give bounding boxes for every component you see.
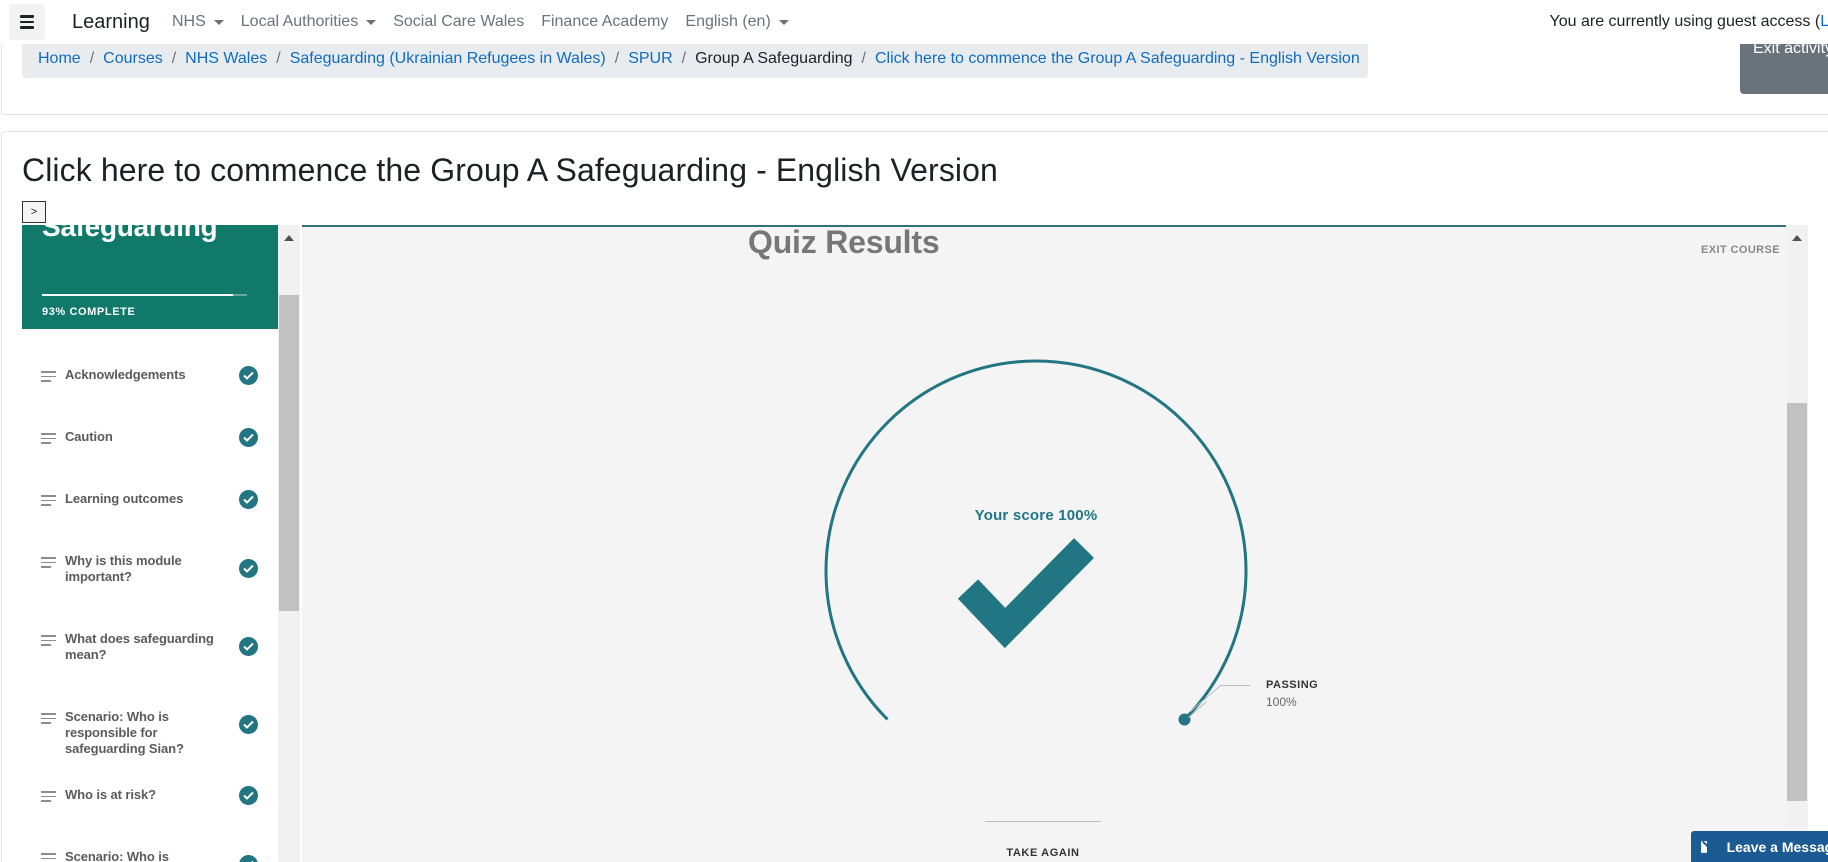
course-progress-bar	[42, 294, 247, 296]
exit-activity-button[interactable]: Exit activity	[1740, 40, 1828, 94]
nav-item-finance-academy[interactable]: Finance Academy	[541, 13, 668, 31]
lesson-text-icon	[41, 713, 56, 724]
lesson-text-icon	[41, 557, 56, 568]
course-outline-sidebar: Safeguarding 93% COMPLETE Acknowledgemen…	[22, 225, 278, 862]
passing-label: PASSING	[1266, 679, 1319, 691]
course-progress-text: 93% COMPLETE	[42, 306, 136, 318]
checkmark-circle-icon	[239, 715, 258, 734]
content-scrollbar[interactable]	[1786, 225, 1808, 862]
exit-course-link[interactable]: EXIT COURSE	[1701, 244, 1780, 256]
checkmark-circle-icon	[239, 490, 258, 509]
leave-message-button[interactable]: Leave a Message	[1691, 831, 1828, 862]
breadcrumb-nhs-wales[interactable]: NHS Wales	[185, 50, 267, 68]
quiz-results-title: Quiz Results	[748, 225, 940, 260]
lesson-text-icon	[41, 433, 56, 444]
lesson-text-icon	[41, 791, 56, 802]
breadcrumb-courses[interactable]: Courses	[103, 50, 163, 68]
divider	[985, 821, 1101, 822]
hamburger-icon	[20, 15, 34, 18]
nav-item-local-authorities[interactable]: Local Authorities	[241, 13, 377, 31]
course-header: Safeguarding 93% COMPLETE	[22, 225, 278, 329]
checkmark-circle-icon	[239, 559, 258, 578]
mail-icon	[1701, 840, 1707, 853]
breadcrumb-group-a: Group A Safeguarding	[695, 50, 853, 67]
breadcrumb-home[interactable]: Home	[38, 50, 81, 68]
lesson-text-icon	[41, 853, 56, 862]
course-title: Safeguarding	[42, 225, 218, 242]
primary-navigation: NHS Local Authorities Social Care Wales …	[172, 13, 806, 31]
login-link[interactable]: Lo	[1820, 13, 1828, 30]
sidebar-scrollbar-thumb[interactable]	[279, 295, 299, 611]
lesson-content-panel: Quiz Results EXIT COURSE Your score 100%…	[302, 225, 1808, 862]
page-title: Click here to commence the Group A Safeg…	[22, 152, 998, 188]
breadcrumb-current-activity[interactable]: Click here to commence the Group A Safeg…	[875, 50, 1360, 68]
checkmark-circle-icon	[239, 855, 258, 862]
content-scrollbar-thumb[interactable]	[1787, 403, 1807, 801]
scroll-up-arrow-icon[interactable]	[284, 235, 294, 241]
nav-item-social-care-wales[interactable]: Social Care Wales	[393, 13, 524, 31]
caret-down-icon	[213, 19, 224, 25]
lesson-text-icon	[41, 371, 56, 382]
menu-toggle-button[interactable]	[9, 4, 45, 40]
score-gauge	[824, 359, 1250, 783]
caret-down-icon	[366, 19, 377, 25]
score-text: Your score 100%	[974, 507, 1098, 524]
guest-access-notice: You are currently using guest access (Lo	[1550, 13, 1828, 31]
checkmark-circle-icon	[239, 637, 258, 656]
breadcrumb-safeguarding-course[interactable]: Safeguarding (Ukrainian Refugees in Wale…	[290, 50, 606, 68]
breadcrumb: Home / Courses / NHS Wales / Safeguarding (…	[22, 40, 1368, 78]
sidebar-toggle-button[interactable]: >	[22, 201, 46, 223]
language-selector[interactable]: English (en)	[685, 13, 789, 31]
breadcrumb-spur[interactable]: SPUR	[628, 50, 672, 68]
checkmark-circle-icon	[239, 428, 258, 447]
checkmark-circle-icon	[239, 366, 258, 385]
scroll-up-arrow-icon[interactable]	[1792, 235, 1802, 241]
lesson-text-icon	[41, 495, 56, 506]
site-brand[interactable]: Learning	[72, 11, 150, 34]
passing-value: 100%	[1266, 695, 1297, 709]
sidebar-scrollbar[interactable]	[278, 225, 300, 862]
checkmark-circle-icon	[239, 786, 258, 805]
take-again-button[interactable]: TAKE AGAIN	[985, 847, 1101, 859]
passing-marker	[1178, 713, 1191, 726]
lesson-text-icon	[41, 635, 56, 646]
top-navbar: Learning NHS Local Authorities Social Ca…	[0, 0, 1828, 44]
caret-down-icon	[778, 19, 789, 25]
nav-item-nhs[interactable]: NHS	[172, 13, 224, 31]
checkmark-icon	[957, 538, 1094, 649]
